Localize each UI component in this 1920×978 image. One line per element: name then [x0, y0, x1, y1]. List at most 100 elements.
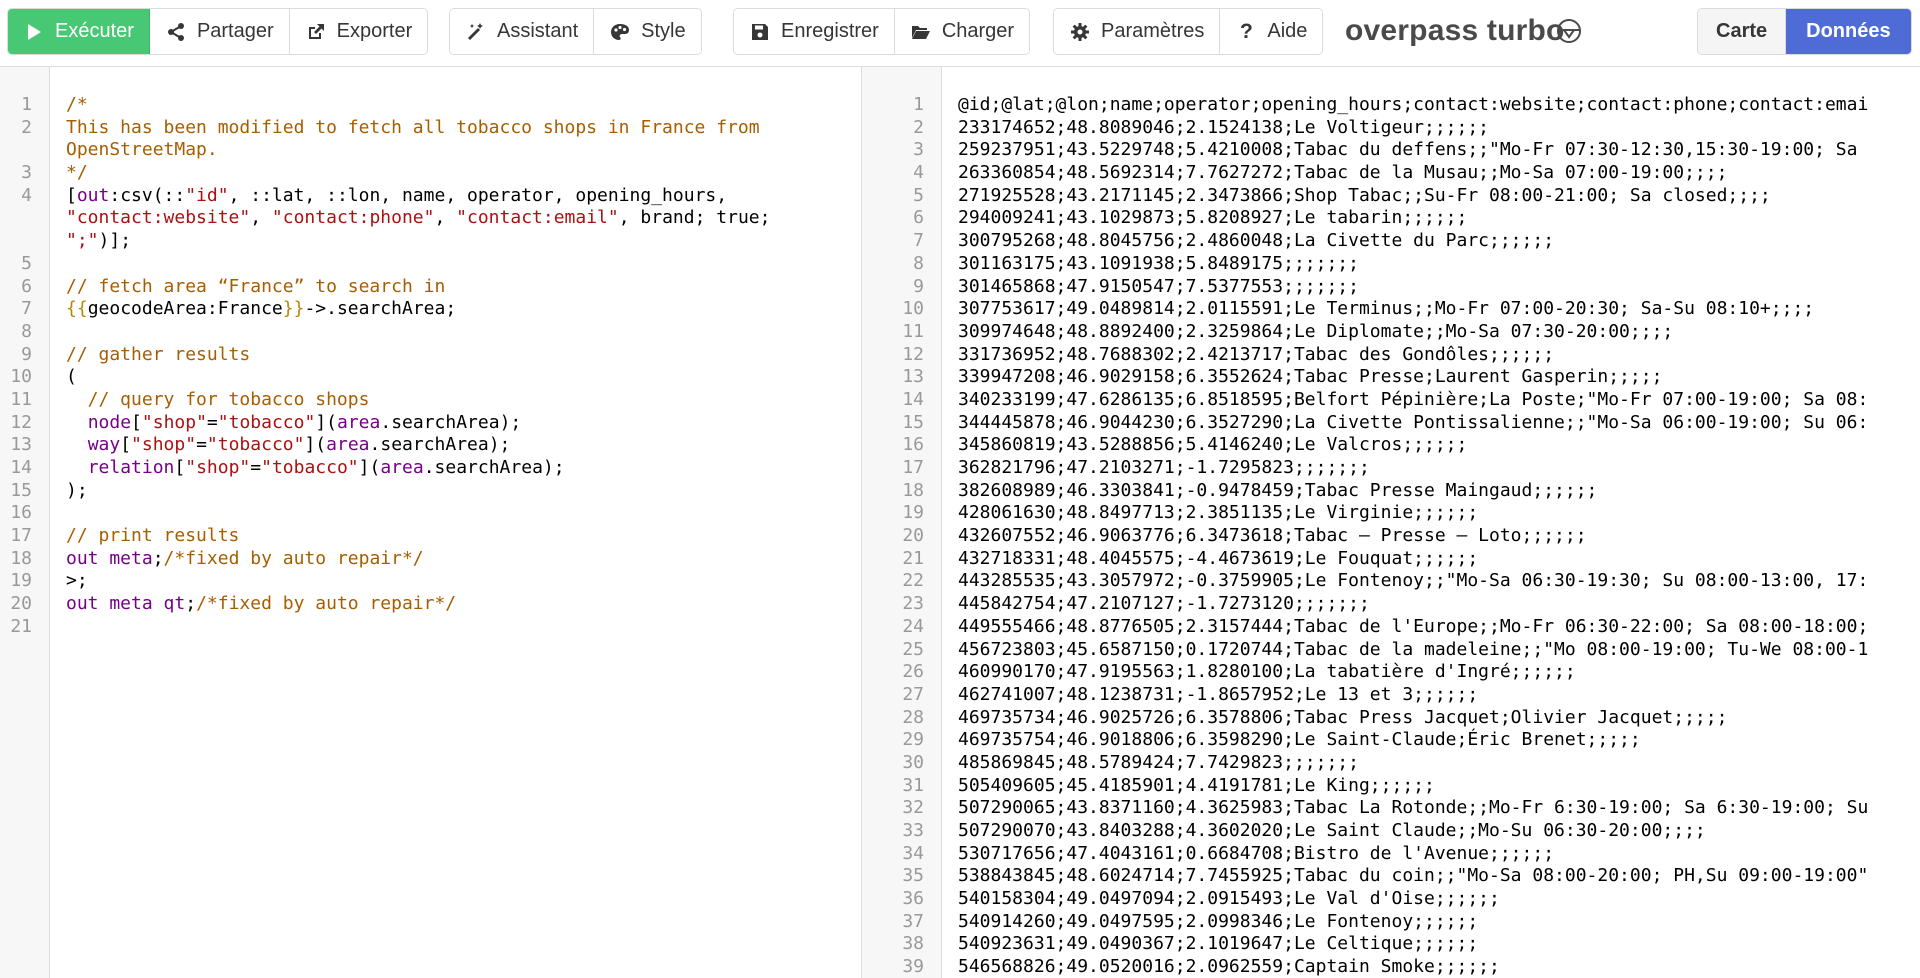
data-line-numbers: 1 2 3 4 5 6 7 8 9 10 11 12 13 14 15 16 17 18 19 20 21 22 23 24 2… — [862, 94, 924, 978]
editor-line: out meta qt;/*fixed by auto repair*/ — [66, 593, 861, 616]
settings-label: Paramètres — [1101, 20, 1205, 42]
editor-line-number: 5 — [21, 252, 32, 274]
share-label: Partager — [196, 20, 274, 42]
editor-line: relation["shop"="tobacco"](area.searchAr… — [66, 457, 861, 480]
code-token: area — [337, 411, 381, 433]
settings-button[interactable]: Paramètres — [1054, 9, 1221, 54]
data-tab[interactable]: Données — [1786, 9, 1911, 54]
data-line-number: 13 — [902, 366, 924, 388]
csv-row: 462741007;48.1238731;-1.8657952;Le 13 et… — [958, 683, 1479, 705]
code-token: ( — [66, 366, 77, 388]
data-line-number: 2 — [913, 116, 924, 138]
share-button[interactable]: Partager — [149, 9, 290, 54]
code-token: ]( — [304, 434, 327, 456]
editor-line-number: 13 — [10, 434, 32, 456]
run-button[interactable]: Exécuter — [8, 9, 150, 54]
data-line-number: 34 — [902, 842, 924, 864]
wizard-button[interactable]: Assistant — [450, 9, 595, 54]
csv-row: 294009241;43.1029873;5.8208927;Le tabari… — [958, 207, 1468, 229]
code-token: .searchArea); — [369, 434, 511, 456]
code-token: ; — [185, 593, 197, 615]
csv-row: 344445878;46.9044230;6.3527290;La Civett… — [958, 411, 1869, 433]
code-token: , brand; true; — [618, 207, 771, 229]
editor-line: >; — [66, 570, 861, 593]
editor-line: out meta;/*fixed by auto repair*/ — [66, 548, 861, 571]
editor-line: ";")]; — [66, 230, 861, 253]
export-button[interactable]: Exporter — [289, 9, 428, 54]
code-token: "tobacco" — [206, 434, 305, 456]
code-token: ; — [152, 547, 164, 569]
editor-line-number: 8 — [21, 320, 32, 342]
editor-line: // query for tobacco shops — [66, 389, 861, 412]
map-tab[interactable]: Carte — [1698, 9, 1787, 54]
help-label: Aide — [1267, 20, 1308, 42]
query-editor[interactable]: 1 2 3 4 5 6 7 8 9 10 11 12 13 14 15 16 17 18 19 20 21 /* This… — [0, 66, 862, 978]
code-token: /*fixed by auto repair*/ — [163, 547, 424, 569]
csv-row: 456723803;45.6587150;0.1720744;Tabac de … — [958, 638, 1869, 660]
help-button[interactable]: ? Aide — [1220, 9, 1323, 54]
data-tab-label: Données — [1806, 20, 1891, 42]
data-view[interactable]: 1 2 3 4 5 6 7 8 9 10 11 12 13 14 15 16 17 18 19 20 21 22 23 24 2… — [862, 66, 1920, 978]
data-line-number: 26 — [902, 661, 924, 683]
share-icon — [165, 21, 187, 43]
code-token: {{ — [66, 298, 88, 320]
editor-line-number: 21 — [10, 615, 32, 637]
code-token: out meta — [66, 547, 153, 569]
save-load-group: Enregistrer Charger — [733, 8, 1031, 55]
data-csv-output[interactable]: @id;@lat;@lon;name;operator;opening_hour… — [958, 94, 1920, 978]
data-line-number: 35 — [902, 865, 924, 887]
save-icon — [749, 21, 771, 43]
editor-line-number: 17 — [10, 525, 32, 547]
code-token: out meta qt — [66, 593, 186, 615]
csv-row: 309974648;48.8892400;2.3259864;Le Diplom… — [958, 320, 1674, 342]
palette-icon — [609, 21, 631, 43]
code-token: node — [87, 411, 132, 433]
save-label: Enregistrer — [781, 20, 879, 42]
editor-line-number — [0, 139, 32, 162]
csv-row: 546568826;49.0520016;2.0962559;Captain S… — [958, 956, 1500, 978]
style-button[interactable]: Style — [594, 9, 701, 54]
editor-line-number: 9 — [21, 343, 32, 365]
wizard-style-group: Assistant Style — [449, 8, 702, 55]
data-line-number: 36 — [902, 888, 924, 910]
code-token: , — [434, 207, 457, 229]
editor-line-number: 1 — [21, 94, 32, 115]
code-token: "contact:phone" — [271, 207, 435, 229]
data-line-number: 33 — [902, 820, 924, 841]
editor-line-number: 14 — [10, 457, 32, 478]
code-token: .searchArea); — [380, 411, 522, 433]
load-button[interactable]: Charger — [894, 9, 1030, 54]
code-token: = — [196, 434, 207, 456]
code-token: */ — [66, 162, 88, 184]
data-line-number: 29 — [902, 729, 924, 751]
data-gutter: 1 2 3 4 5 6 7 8 9 10 11 12 13 14 15 16 17 18 19 20 21 22 23 24 2… — [862, 67, 942, 978]
editor-code[interactable]: /* This has been modified to fetch all to… — [66, 94, 861, 639]
editor-line-number: 16 — [10, 502, 32, 524]
code-token: "shop" — [131, 434, 197, 456]
editor-line: OpenStreetMap. — [66, 139, 861, 162]
editor-line-numbers: 1 2 3 4 5 6 7 8 9 10 11 12 13 14 15 16 17 18 19 20 21 — [0, 94, 32, 639]
csv-row: 445842754;47.2107127;-1.7273120;;;;;;; — [958, 593, 1370, 615]
data-line-number: 8 — [913, 252, 924, 274]
toolbar: Exécuter Partager Exporter Assistant Sty… — [0, 0, 1920, 66]
code-token: [ — [120, 434, 132, 456]
code-token: [ — [174, 457, 186, 478]
run-share-export-group: Exécuter Partager Exporter — [7, 8, 429, 55]
overpass-logo-icon — [1557, 19, 1581, 43]
code-token: ]( — [358, 457, 381, 478]
data-line-number: 10 — [902, 298, 924, 320]
code-token: :csv(:: — [109, 184, 186, 206]
editor-line: ( — [66, 366, 861, 389]
data-line-number: 5 — [913, 184, 924, 206]
editor-line: /* — [66, 94, 861, 117]
csv-row: 469735754;46.9018806;6.3598290;Le Saint-… — [958, 729, 1641, 751]
code-token: relation — [87, 457, 175, 478]
save-button[interactable]: Enregistrer — [734, 9, 895, 54]
data-line-number: 14 — [902, 388, 924, 410]
csv-row: 505409605;45.4185901;4.4191781;Le King;;… — [958, 774, 1435, 796]
editor-line-number: 4 — [21, 184, 32, 206]
csv-row: 449555466;48.8776505;2.3157444;Tabac de … — [958, 615, 1869, 637]
data-line-number: 27 — [902, 683, 924, 705]
